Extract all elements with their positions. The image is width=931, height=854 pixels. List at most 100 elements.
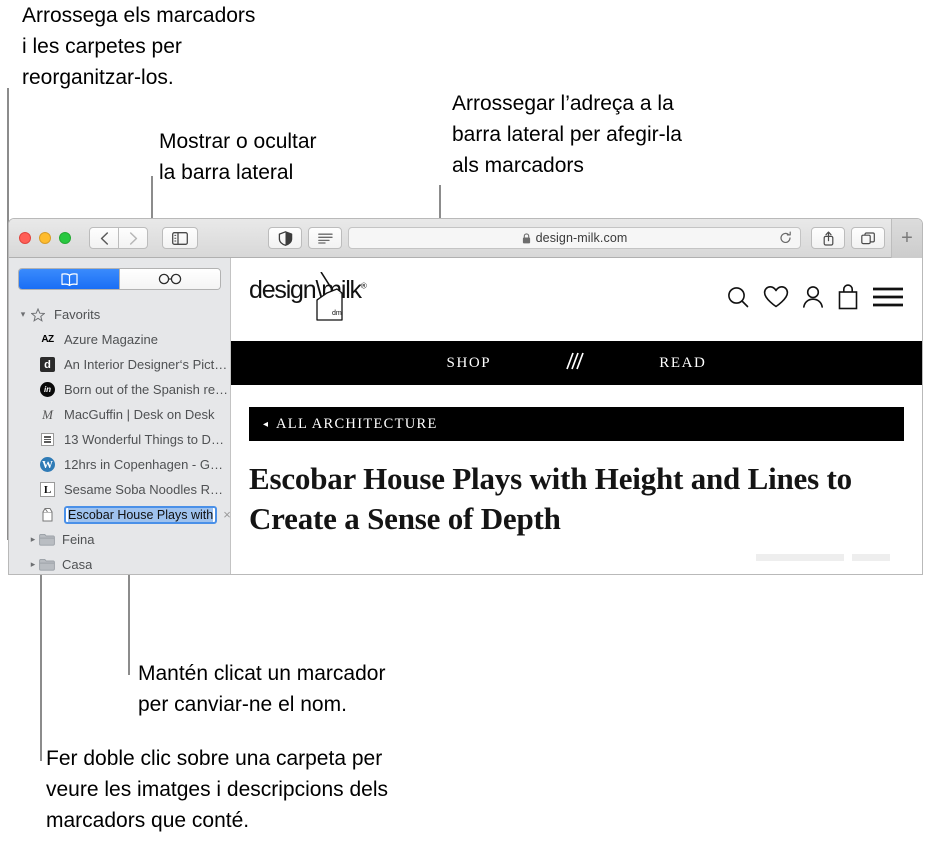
reader-view-button[interactable] [308,227,342,249]
leader-line-double-click-folder [40,566,42,761]
safari-window: design-milk.com + ▾ Favorits AZ Azure Ma… [8,218,923,575]
book-icon [60,272,78,286]
sidebar-toggle-button[interactable] [162,227,198,249]
share-icon [823,231,833,246]
annotation-double-click-folder: Fer doble clic sobre una carpeta per veu… [46,747,388,832]
chevron-right-icon[interactable]: ▸ [27,559,39,570]
bookmark-label: 13 Wonderful Things to Do… [64,432,230,447]
sidebar-tab-bookmarks[interactable] [19,269,119,289]
grid-favicon [39,431,56,448]
az-favicon: AZ [41,334,54,345]
zoom-window-button[interactable] [59,232,71,244]
l-favicon: L [39,481,56,498]
delete-bookmark-button[interactable]: × [223,507,231,522]
bookmark-label: MacGuffin | Desk on Desk [64,407,215,422]
bookmark-rename-text: Escobar House Plays with [68,507,214,522]
carton-label: dm [332,310,342,317]
reload-button[interactable] [779,231,792,245]
address-bar[interactable]: design-milk.com [348,227,801,249]
chevron-left-icon [100,231,108,245]
browser-toolbar: design-milk.com + [9,219,922,258]
reload-icon [780,231,791,244]
back-arrow-icon[interactable]: ◂ [263,419,268,430]
list-item[interactable]: M MacGuffin | Desk on Desk [9,402,230,427]
folder-label: Feina [62,532,95,547]
list-item[interactable]: W 12hrs in Copenhagen - Gui… [9,452,230,477]
reader-lines-icon [317,233,333,244]
bookmark-group-label: Favorits [54,307,101,322]
annotation-show-hide-sidebar: Mostrar o ocultar la barra lateral [159,130,317,184]
window-traffic-lights [19,232,71,244]
sidebar-tab-group [18,268,221,290]
back-button[interactable] [89,227,119,249]
bookmark-label: Born out of the Spanish re… [64,382,229,397]
navigation-buttons [89,227,148,249]
nav-item-shop[interactable]: SHOP [447,355,492,372]
lock-icon [522,232,531,244]
minimize-window-button[interactable] [39,232,51,244]
in-favicon: in [39,381,56,398]
account-icon[interactable] [802,285,824,314]
nav-item-read[interactable]: READ [659,355,706,372]
content-placeholder [756,554,844,561]
folder-label: Casa [62,557,93,572]
list-item[interactable]: L Sesame Soba Noodles Rec… [9,477,230,502]
show-all-tabs-button[interactable] [851,227,885,249]
milk-carton-logo-icon: dm [316,271,343,321]
category-label: ALL ARCHITECTURE [276,415,438,432]
hamburger-menu-icon[interactable] [872,286,904,313]
star-icon [29,306,46,323]
share-button[interactable] [811,227,845,249]
annotation-drag-bookmarks: Arrossega els marcadors i les carpetes p… [22,4,256,89]
address-bar-url: design-milk.com [535,231,628,245]
forward-button[interactable] [118,227,148,249]
show-tabs-icon [861,231,875,244]
content-placeholder [852,554,890,561]
bookmark-label: 12hrs in Copenhagen - Gui… [64,457,230,472]
site-header: design\milk® dm [231,258,922,341]
chevron-right-icon [129,231,137,245]
macguffin-favicon: M [42,406,53,422]
new-tab-label: + [901,227,913,249]
list-item[interactable]: d An Interior Designer‘s Pict… [9,352,230,377]
bookmark-label: Azure Magazine [64,332,158,347]
site-navigation-bar: SHOP READ [231,341,922,385]
list-item[interactable]: in Born out of the Spanish re… [9,377,230,402]
new-tab-button[interactable]: + [891,219,922,258]
milk-carton-favicon [39,506,56,523]
shopping-bag-icon[interactable] [837,284,859,315]
chevron-right-icon[interactable]: ▸ [27,534,39,545]
sidebar-folder-feina[interactable]: ▸ Feina [9,527,230,552]
sidebar-tab-reading-list[interactable] [119,269,220,289]
list-item[interactable]: 13 Wonderful Things to Do… [9,427,230,452]
annotation-drag-address: Arrossegar l’adreça a la barra lateral p… [452,92,682,177]
site-logo[interactable]: design\milk® dm [249,264,429,336]
bookmark-rename-input[interactable]: Escobar House Plays with [64,505,218,524]
bookmark-list: ▾ Favorits AZ Azure Magazine d An Interi… [9,302,231,574]
heart-icon[interactable] [763,285,789,314]
chevron-down-icon[interactable]: ▾ [17,309,29,320]
slashes-icon[interactable] [561,350,589,377]
reader-contrast-button[interactable] [268,227,302,249]
bookmark-label: An Interior Designer‘s Pict… [64,357,228,372]
list-item-editing[interactable]: Escobar House Plays with × [9,502,231,527]
webpage-content: design\milk® dm SHOP READ ◂ ALL ARCHITEC… [231,258,922,574]
list-item[interactable]: AZ Azure Magazine [9,327,230,352]
category-bar[interactable]: ◂ ALL ARCHITECTURE [249,407,904,441]
bookmarks-sidebar: ▾ Favorits AZ Azure Magazine d An Interi… [9,258,231,574]
close-window-button[interactable] [19,232,31,244]
d-favicon: d [39,356,56,373]
annotation-rename-bookmark: Mantén clicat un marcador per canviar-ne… [138,662,386,716]
site-header-icons [726,284,904,315]
window-body: ▾ Favorits AZ Azure Magazine d An Interi… [9,258,922,574]
sidebar-folder-casa[interactable]: ▸ Casa [9,552,230,574]
bookmark-label: Sesame Soba Noodles Rec… [64,482,230,497]
bookmark-group-favorits[interactable]: ▾ Favorits [9,302,230,327]
sidebar-toggle-icon [172,231,188,245]
glasses-icon [158,273,182,285]
folder-icon [39,558,55,571]
search-icon[interactable] [726,285,750,314]
reader-contrast-icon [278,230,292,246]
article-headline: Escobar House Plays with Height and Line… [249,461,852,536]
folder-icon [39,533,55,546]
